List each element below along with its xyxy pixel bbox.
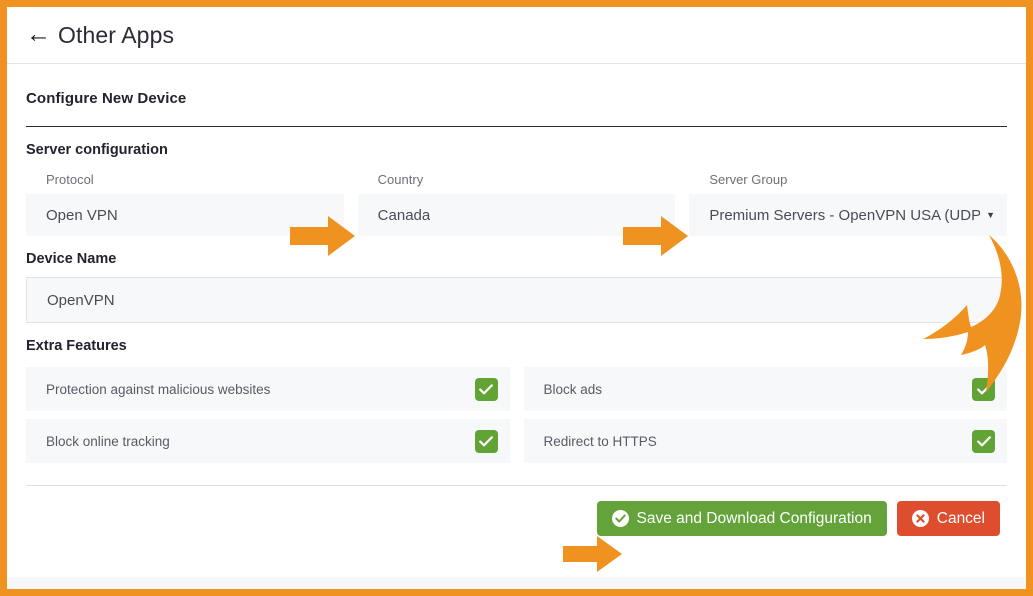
- extra-features-heading: Extra Features: [26, 338, 127, 354]
- app-window: ← Other Apps Configure New Device Server…: [0, 0, 1033, 596]
- server-configuration-fields: Protocol Open VPN Country Canada Server …: [7, 172, 1026, 236]
- field-protocol-value[interactable]: Open VPN: [26, 194, 344, 236]
- chevron-down-icon[interactable]: ▼: [986, 210, 995, 220]
- topbar: ← Other Apps: [7, 7, 1026, 64]
- footer-divider: [26, 485, 1007, 486]
- check-circle-icon: [611, 510, 629, 527]
- feature-checkbox-block-tracking[interactable]: [474, 429, 498, 453]
- field-country-text: Canada: [377, 206, 431, 224]
- feature-row-malicious-websites[interactable]: Protection against malicious websites: [26, 367, 510, 411]
- action-buttons: Save and Download Configuration Cancel: [7, 501, 1000, 536]
- arrow-to-save-button-annotation: [563, 534, 623, 574]
- check-icon: [479, 435, 493, 446]
- extra-features-grid: Protection against malicious websites Bl…: [26, 367, 1007, 463]
- x-circle-icon: [911, 510, 929, 527]
- cancel-button-label: Cancel: [936, 509, 985, 527]
- device-name-value: OpenVPN: [47, 291, 115, 309]
- feature-label: Redirect to HTTPS: [543, 433, 657, 449]
- field-protocol: Protocol Open VPN: [26, 172, 344, 236]
- check-icon: [479, 383, 493, 394]
- field-server-group-text: Premium Servers - OpenVPN USA (UDP): [709, 206, 981, 224]
- feature-row-block-ads[interactable]: Block ads: [523, 367, 1007, 411]
- field-country: Country Canada: [357, 172, 676, 236]
- feature-checkbox-malicious-websites[interactable]: [474, 377, 498, 401]
- feature-label: Block online tracking: [46, 433, 170, 449]
- field-server-group: Server Group Premium Servers - OpenVPN U…: [689, 172, 1008, 236]
- save-and-download-configuration-button[interactable]: Save and Download Configuration: [596, 501, 887, 536]
- check-icon: [976, 383, 991, 394]
- page-title: Configure New Device: [26, 90, 187, 107]
- feature-label: Block ads: [543, 381, 603, 397]
- device-name-heading: Device Name: [26, 251, 117, 267]
- feature-row-block-tracking[interactable]: Block online tracking: [26, 419, 510, 463]
- feature-checkbox-block-ads[interactable]: [972, 377, 995, 401]
- right-arrow-icon: [563, 536, 622, 572]
- back-arrow-icon[interactable]: ←: [26, 21, 51, 47]
- field-server-group-select[interactable]: Premium Servers - OpenVPN USA (UDP) ▼: [689, 194, 1008, 236]
- field-country-value[interactable]: Canada: [357, 194, 676, 236]
- save-button-label: Save and Download Configuration: [636, 509, 872, 527]
- field-server-group-label: Server Group: [709, 172, 788, 187]
- feature-checkbox-redirect-https[interactable]: [972, 429, 995, 453]
- feature-label: Protection against malicious websites: [46, 381, 271, 397]
- page-title-wrap: Configure New Device: [7, 64, 1026, 107]
- server-configuration-heading: Server configuration: [26, 142, 168, 158]
- device-name-input[interactable]: OpenVPN: [26, 277, 1007, 323]
- feature-row-redirect-https[interactable]: Redirect to HTTPS: [523, 419, 1007, 463]
- field-protocol-label: Protocol: [46, 172, 94, 187]
- field-protocol-text: Open VPN: [46, 206, 118, 224]
- app-content: ← Other Apps Configure New Device Server…: [7, 7, 1026, 589]
- topbar-title[interactable]: Other Apps: [58, 22, 174, 49]
- title-divider: [26, 126, 1007, 127]
- field-country-label: Country: [377, 172, 424, 187]
- cancel-button[interactable]: Cancel: [896, 501, 1000, 536]
- check-icon: [976, 435, 991, 446]
- bottom-strip: [7, 577, 1026, 589]
